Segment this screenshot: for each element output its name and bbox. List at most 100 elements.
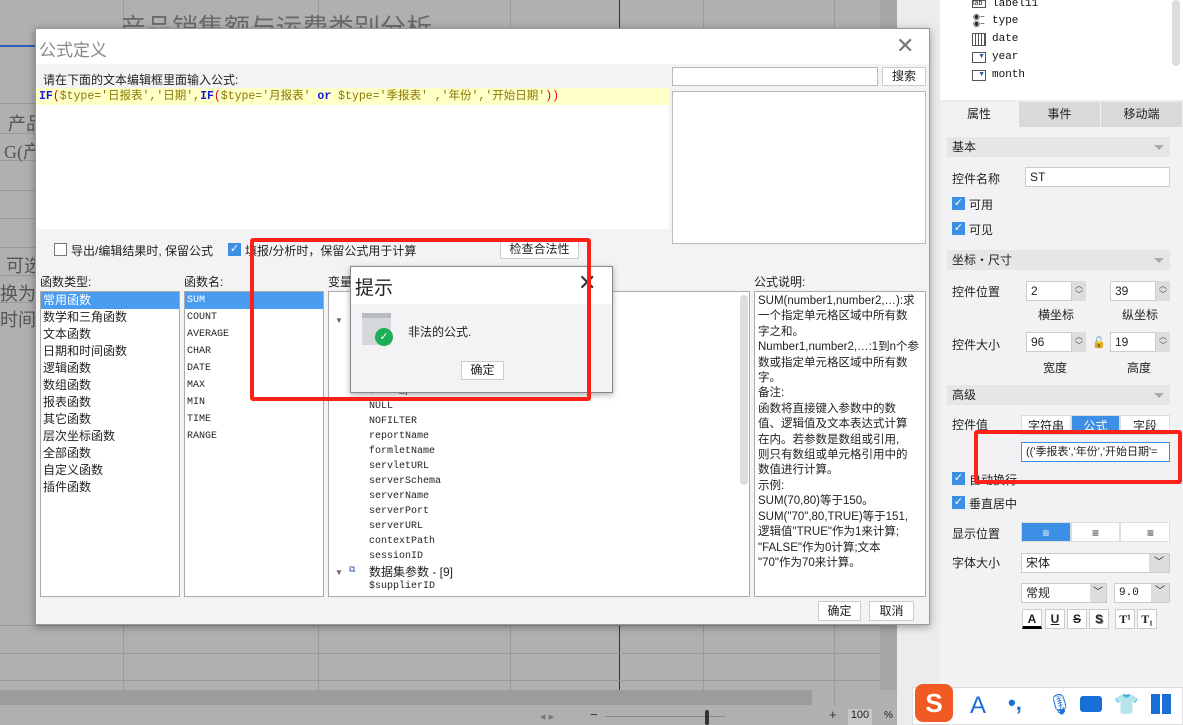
ok-button[interactable]: 确定 [818,601,861,621]
underline-button[interactable]: U [1045,609,1065,629]
align-left-button[interactable]: ≡ [1021,522,1071,542]
func-type-item[interactable]: 全部函数 [41,445,179,462]
section-position-size[interactable]: 坐标・尺寸 [947,250,1170,270]
cancel-button[interactable]: 取消 [869,601,914,621]
tree-item[interactable]: label11 [992,0,1038,10]
calendar-icon [972,33,986,46]
func-type-item[interactable]: 报表函数 [41,394,179,411]
x-input[interactable]: 2 [1026,281,1072,301]
auto-wrap-checkbox[interactable]: ✓ [952,472,965,485]
variable-item[interactable]: serverURL [369,521,423,532]
control-name-input[interactable]: ST [1025,167,1170,187]
tree-item[interactable]: month [992,69,1025,81]
align-center-button[interactable]: ≡ [1071,522,1120,542]
width-spinner[interactable]: ︿ ﹀ [1072,332,1086,352]
func-type-item[interactable]: 层次坐标函数 [41,428,179,445]
superscript-button[interactable]: T¹ [1115,609,1135,629]
vcenter-checkbox[interactable]: ✓ [952,496,965,509]
zoom-slider-handle[interactable] [705,710,709,725]
func-type-item[interactable]: 自定义函数 [41,462,179,479]
func-type-item[interactable]: 文本函数 [41,326,179,343]
font-name-select[interactable]: 宋体 ﹀ [1021,553,1170,573]
keyboard-icon[interactable] [1080,696,1102,712]
expand-icon[interactable]: ▼ [335,568,343,577]
horizontal-scrollbar[interactable] [0,690,812,705]
variable-item[interactable]: reportName [369,431,429,442]
func-type-item[interactable]: 逻辑函数 [41,360,179,377]
variable-item[interactable]: contextPath [369,536,435,547]
tree-item[interactable]: date [992,33,1018,45]
height-input[interactable]: 19 [1110,332,1156,352]
tab-events[interactable]: 事件 [1019,102,1101,127]
enabled-checkbox[interactable]: ✓ [952,197,965,210]
lock-icon[interactable]: 🔓 [1092,336,1106,349]
close-icon[interactable]: ✕ [896,33,914,59]
section-basic[interactable]: 基本 [947,137,1170,157]
sheet-nav-arrows[interactable]: ◂ ▸ [540,710,554,723]
tree-scrollbar[interactable] [740,295,748,485]
font-size-label: 字体大小 [952,556,1001,570]
shadow-button[interactable]: S [1089,609,1109,629]
func-name-item[interactable]: RANGE [185,428,323,445]
section-advanced[interactable]: 高级 [947,385,1170,405]
y-input[interactable]: 39 [1110,281,1156,301]
zoom-in-button[interactable]: + [829,707,837,722]
tree-item[interactable]: year [992,51,1018,63]
visible-label: 可见 [969,223,994,237]
variable-item[interactable]: servletURL [369,461,429,472]
height-spinner[interactable]: ︿ ﹀ [1156,332,1170,352]
strikethrough-button[interactable]: S [1067,609,1087,629]
font-size-select[interactable]: 9.0 ﹀ [1114,583,1170,603]
formula-editor[interactable]: IF($type='日报表','日期',IF($type='月报表' or $t… [36,88,669,229]
display-position-label: 显示位置 [952,527,1001,541]
subscript-button[interactable]: T₁ [1137,609,1157,629]
dataset-group[interactable]: 数据集参数 - [9] [369,563,453,580]
visible-checkbox[interactable]: ✓ [952,222,965,235]
formula-line[interactable]: IF($type='日报表','日期',IF($type='月报表' or $t… [36,88,669,105]
keep-formula-export-checkbox[interactable] [54,243,67,256]
description-line: Number1,number2,…:1到n个参 [758,341,920,354]
punctuation-icon[interactable]: •, [1008,690,1022,716]
dataset-group-label: 数据集参数 - [9] [369,565,454,579]
sogou-logo-icon[interactable]: S [915,684,953,722]
func-type-item[interactable]: 数学和三角函数 [41,309,179,326]
zoom-input[interactable]: 100 [848,709,872,725]
skin-icon[interactable]: 👕 [1114,692,1139,717]
func-type-item[interactable]: 数组函数 [41,377,179,394]
description-line: 字之和。 [758,325,804,338]
keep-formula-calc-checkbox[interactable]: ✓ [228,243,241,256]
tab-properties[interactable]: 属性 [940,102,1019,127]
search-button[interactable]: 搜索 [882,67,926,86]
width-input[interactable]: 96 [1026,332,1072,352]
highlight-annotation [974,430,1182,484]
y-spinner[interactable]: ︿ ﹀ [1156,281,1170,301]
x-spinner[interactable]: ︿ ﹀ [1072,281,1086,301]
align-right-button[interactable]: ≡ [1120,522,1170,542]
variable-item[interactable]: serverSchema [369,476,441,487]
search-input[interactable] [672,67,878,86]
variable-item[interactable]: serverPort [369,506,429,517]
ime-mode-icon[interactable]: A [970,692,986,720]
variable-item[interactable]: formletName [369,446,435,457]
func-type-list[interactable]: 常用函数 数学和三角函数 文本函数 日期和时间函数 逻辑函数 数组函数 报表函数 其它函数 层次… [40,291,180,597]
func-type-item[interactable]: 其它函数 [41,411,179,428]
font-color-button[interactable]: A [1022,609,1042,629]
variable-item[interactable]: serverName [369,491,429,502]
variable-item[interactable]: NULL [369,401,393,412]
toolbox-icon[interactable] [1151,694,1171,714]
variable-item[interactable]: NOFILTER [369,416,417,427]
tree-scrollbar[interactable] [1172,0,1180,66]
variable-item[interactable]: sessionID [369,551,423,562]
font-name-value: 宋体 [1026,556,1051,570]
font-style-select[interactable]: 常规 ﹀ [1021,583,1107,603]
tree-item[interactable]: type [992,15,1018,27]
microphone-icon[interactable]: 🎙 [1047,692,1072,717]
dialog-titlebar: 公式定义 [36,29,929,64]
zoom-out-button[interactable]: − [590,707,598,722]
func-type-item[interactable]: 插件函数 [41,479,179,496]
variable-item[interactable]: $supplierID [369,581,435,592]
func-name-item[interactable]: TIME [185,411,323,428]
func-type-item[interactable]: 常用函数 [41,292,179,309]
func-type-item[interactable]: 日期和时间函数 [41,343,179,360]
tab-mobile[interactable]: 移动端 [1101,102,1183,127]
